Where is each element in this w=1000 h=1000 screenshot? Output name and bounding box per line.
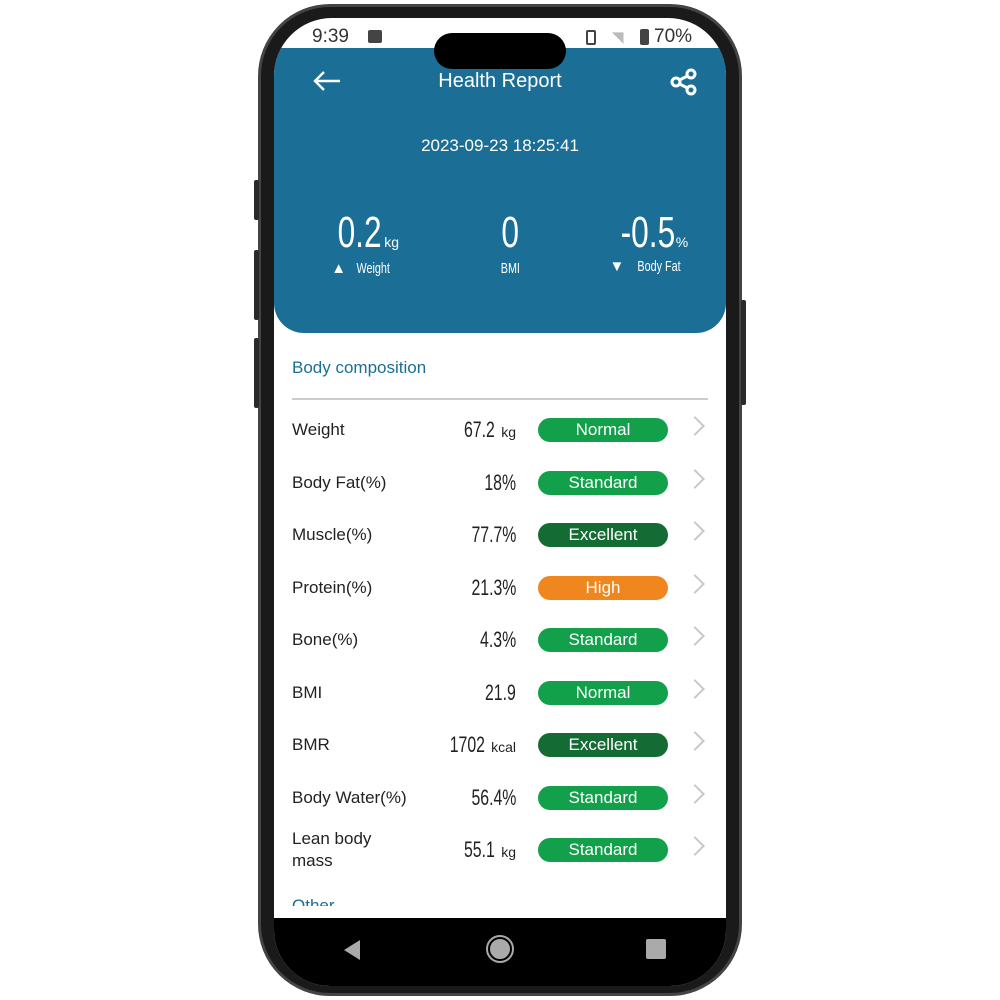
chevron-right-icon[interactable] <box>685 468 705 489</box>
volume-up-button <box>254 250 259 320</box>
metric-row[interactable]: Body Water(%) 56.4% Standard <box>292 778 712 818</box>
metric-row[interactable]: BMR 1702 kcal Excellent <box>292 725 712 765</box>
chevron-right-icon[interactable] <box>685 783 705 804</box>
metric-value: 56.4% <box>471 784 516 810</box>
screen: 9:39 ◥ 70% Health Report 2023-09-23 18:2… <box>274 18 726 986</box>
vibrate-icon <box>586 30 596 45</box>
metric-row[interactable]: Weight 67.2 kg Normal <box>292 410 712 450</box>
chevron-right-icon[interactable] <box>685 573 705 594</box>
metric-label: Body Water(%) <box>292 787 407 807</box>
status-badge: Standard <box>538 838 668 862</box>
metric-value: 18% <box>484 469 516 495</box>
status-badge: Normal <box>538 680 668 705</box>
divider <box>292 398 708 400</box>
metric-label: Body Fat(%) <box>292 472 387 492</box>
status-badge: Excellent <box>538 523 668 547</box>
report-header: Health Report 2023-09-23 18:25:41 0.2 kg … <box>274 48 726 333</box>
weight-change-unit: kg <box>384 234 399 250</box>
bodyfat-change-value: -0.5 <box>620 208 676 257</box>
triangle-down-icon: ▼ <box>609 258 625 275</box>
bmi-change-value: 0 <box>501 208 519 257</box>
metric-row[interactable]: Bone(%) 4.3% Standard <box>292 620 712 660</box>
metric-label: Muscle(%) <box>292 525 373 544</box>
nav-recents-icon[interactable] <box>646 939 666 959</box>
metric-label: BMI <box>292 682 323 702</box>
metric-label: Protein(%) <box>292 577 373 597</box>
share-icon[interactable] <box>670 68 698 96</box>
metric-row[interactable]: Muscle(%) 77.7% Excellent <box>292 515 712 555</box>
status-badge: Standard <box>538 470 668 495</box>
metric-value: 21.3% <box>471 574 516 600</box>
metric-row[interactable]: Lean body mass 55.1 kg Standard <box>292 829 712 870</box>
clock: 9:39 <box>312 26 349 47</box>
nav-home-icon[interactable] <box>486 935 514 963</box>
weight-change-value: 0.2 <box>337 208 382 257</box>
metric-row[interactable]: Body Fat(%) 18% Standard <box>292 463 712 503</box>
wifi-off-icon: ◥ <box>612 29 624 46</box>
status-badge: Standard <box>538 785 668 810</box>
chevron-right-icon[interactable] <box>685 731 705 751</box>
battery-percent: 70% <box>654 26 693 47</box>
metric-value: 1702 kcal <box>449 732 516 757</box>
bmi-change-label: BMI <box>500 260 520 277</box>
chevron-right-icon[interactable] <box>685 626 705 646</box>
bodyfat-change-label: Body Fat <box>636 258 681 275</box>
metric-value: 4.3% <box>479 627 516 652</box>
chevron-right-icon[interactable] <box>685 521 705 541</box>
section-title: Body composition <box>292 358 427 377</box>
metric-value: 55.1 kg <box>464 837 516 862</box>
bmi-change-stat: 0 BMI <box>450 208 570 277</box>
image-notification-icon <box>368 30 382 43</box>
status-badge: Excellent <box>538 733 668 757</box>
status-badge: High <box>538 575 668 600</box>
metric-label: Bone(%) <box>292 630 359 649</box>
bodyfat-change-stat: -0.5% ▼ Body Fat <box>584 208 714 275</box>
status-badge: Normal <box>538 418 668 442</box>
weight-change-label: Weight <box>356 260 391 277</box>
triangle-up-icon: ▲ <box>331 260 347 277</box>
metric-value: 67.2 kg <box>464 417 516 442</box>
status-badge: Standard <box>538 628 668 652</box>
metric-row[interactable]: BMI 21.9 Normal <box>292 673 712 713</box>
chevron-right-icon[interactable] <box>685 836 705 856</box>
camera-cutout <box>434 33 566 69</box>
metric-label: Weight <box>292 420 345 439</box>
chevron-right-icon[interactable] <box>685 678 705 699</box>
report-datetime: 2023-09-23 18:25:41 <box>421 136 579 155</box>
weight-change-stat: 0.2 kg ▲ Weight <box>304 208 424 277</box>
metric-label: Lean body mass <box>292 829 372 870</box>
metric-value: 77.7% <box>471 522 516 547</box>
metric-row[interactable]: Protein(%) 21.3% High <box>292 568 712 608</box>
chevron-right-icon[interactable] <box>685 416 705 436</box>
metric-value: 21.9 <box>485 679 516 705</box>
bodyfat-change-unit: % <box>675 234 689 250</box>
section-title-other: Other <box>292 896 335 906</box>
volume-down-button <box>254 338 259 408</box>
nav-back-icon[interactable] <box>344 940 360 960</box>
navigation-bar <box>274 918 726 986</box>
battery-icon <box>640 29 649 45</box>
metric-label: BMR <box>292 735 330 754</box>
power-button <box>741 300 746 405</box>
side-button <box>254 180 259 220</box>
page-title: Health Report <box>438 70 562 92</box>
